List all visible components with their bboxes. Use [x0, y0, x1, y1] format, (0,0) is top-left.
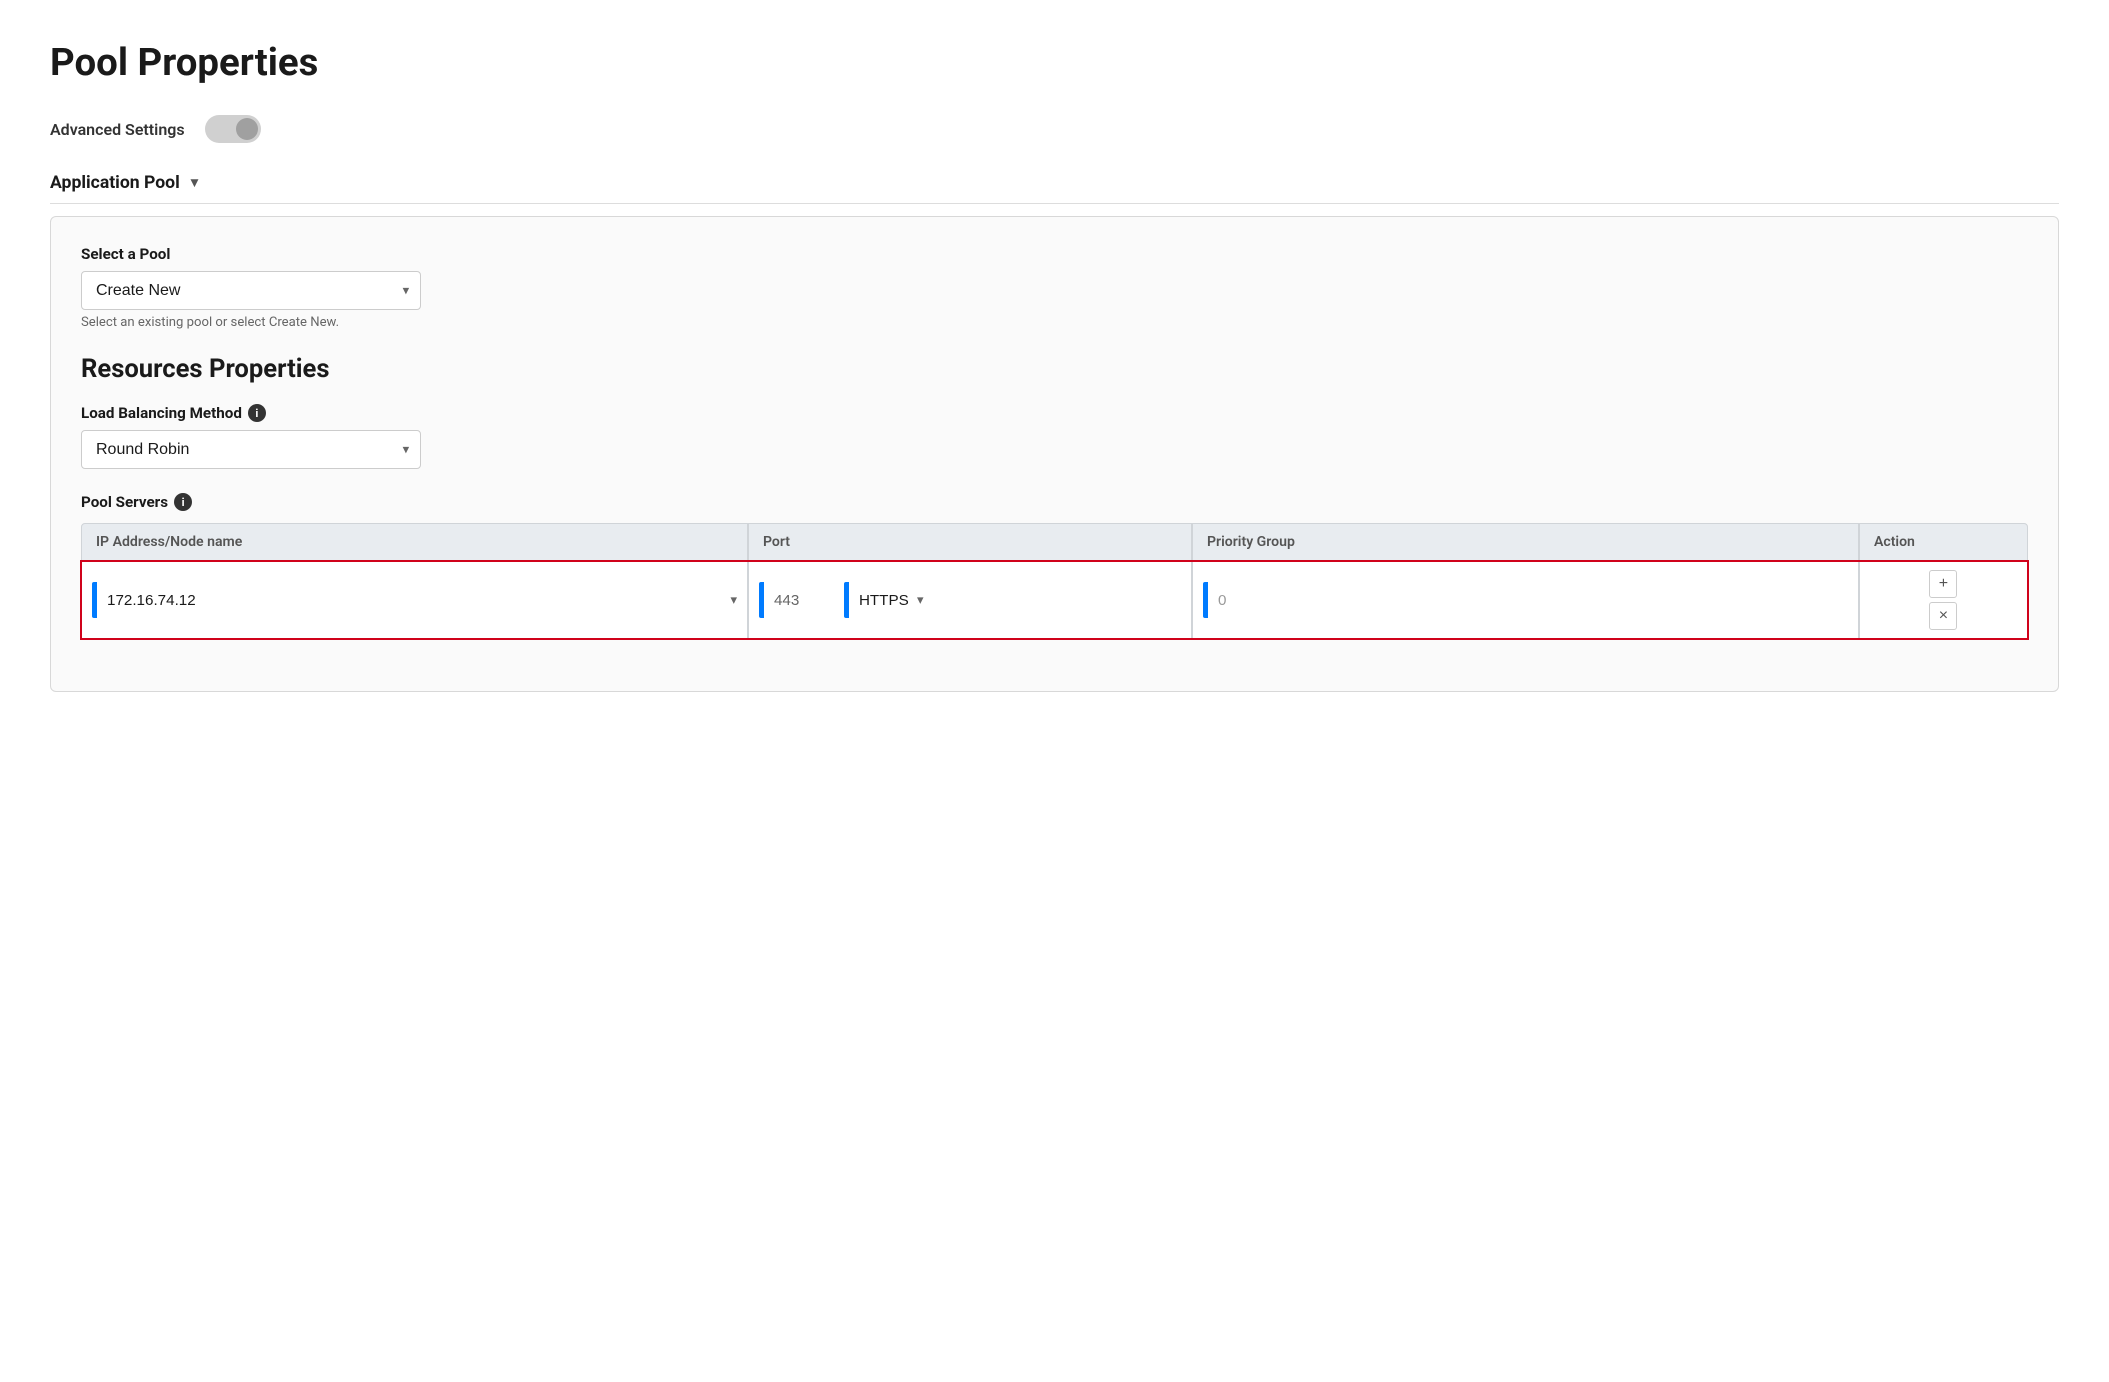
application-pool-header: Application Pool ▼	[50, 173, 2059, 204]
ip-select-wrapper: 172.16.74.12 ▾	[97, 584, 737, 617]
application-pool-label: Application Pool	[50, 173, 180, 193]
ip-cell-content: 172.16.74.12 ▾	[92, 582, 737, 618]
remove-row-button[interactable]: ×	[1929, 602, 1957, 630]
application-pool-chevron: ▼	[188, 175, 201, 191]
cell-action: + ×	[1859, 561, 2028, 639]
advanced-settings-row: Advanced Settings	[50, 115, 2059, 143]
priority-cell-content	[1203, 582, 1848, 618]
pool-servers-label: Pool Servers i	[81, 493, 2028, 511]
select-pool-label: Select a Pool	[81, 245, 2028, 263]
cell-port: HTTPS HTTP TCP ▾	[748, 561, 1192, 639]
protocol-select[interactable]: HTTPS HTTP TCP	[849, 584, 937, 617]
load-balancing-wrapper: Round Robin Least Connections IP Hash ▾	[81, 430, 421, 469]
load-balancing-info-icon: i	[248, 404, 266, 422]
application-pool-card: Select a Pool Create New ▾ Select an exi…	[50, 216, 2059, 692]
col-header-port: Port	[748, 523, 1192, 561]
select-pool-hint: Select an existing pool or select Create…	[81, 315, 2028, 330]
port-cell-content: HTTPS HTTP TCP ▾	[759, 582, 1181, 618]
col-header-priority: Priority Group	[1192, 523, 1859, 561]
load-balancing-label-text: Load Balancing Method	[81, 404, 242, 422]
pool-servers-label-text: Pool Servers	[81, 493, 168, 511]
pool-servers-info-icon: i	[174, 493, 192, 511]
select-pool-dropdown[interactable]: Create New	[81, 271, 421, 310]
cell-ip: 172.16.74.12 ▾	[81, 561, 748, 639]
pool-servers-table: IP Address/Node name Port Priority Group…	[81, 523, 2028, 639]
ip-address-select[interactable]: 172.16.74.12	[97, 584, 751, 617]
toggle-knob	[236, 118, 258, 140]
select-pool-group: Select a Pool Create New ▾ Select an exi…	[81, 245, 2028, 330]
port-input[interactable]	[764, 584, 844, 617]
pool-servers-header-row: IP Address/Node name Port Priority Group…	[81, 523, 2028, 561]
resources-properties-title: Resources Properties	[81, 354, 2028, 384]
advanced-settings-toggle[interactable]	[205, 115, 261, 143]
select-pool-wrapper: Create New ▾	[81, 271, 421, 310]
priority-input[interactable]	[1208, 584, 1848, 617]
add-row-button[interactable]: +	[1929, 570, 1957, 598]
load-balancing-label: Load Balancing Method i	[81, 404, 2028, 422]
advanced-settings-label: Advanced Settings	[50, 120, 185, 139]
table-row: 172.16.74.12 ▾ HT	[81, 561, 2028, 639]
col-header-ip: IP Address/Node name	[81, 523, 748, 561]
action-buttons: + ×	[1870, 570, 2017, 630]
load-balancing-dropdown[interactable]: Round Robin Least Connections IP Hash	[81, 430, 421, 469]
col-header-action: Action	[1859, 523, 2028, 561]
cell-priority	[1192, 561, 1859, 639]
load-balancing-group: Load Balancing Method i Round Robin Leas…	[81, 404, 2028, 469]
pool-servers-group: Pool Servers i IP Address/Node name Port…	[81, 493, 2028, 639]
page-title: Pool Properties	[50, 40, 2059, 85]
